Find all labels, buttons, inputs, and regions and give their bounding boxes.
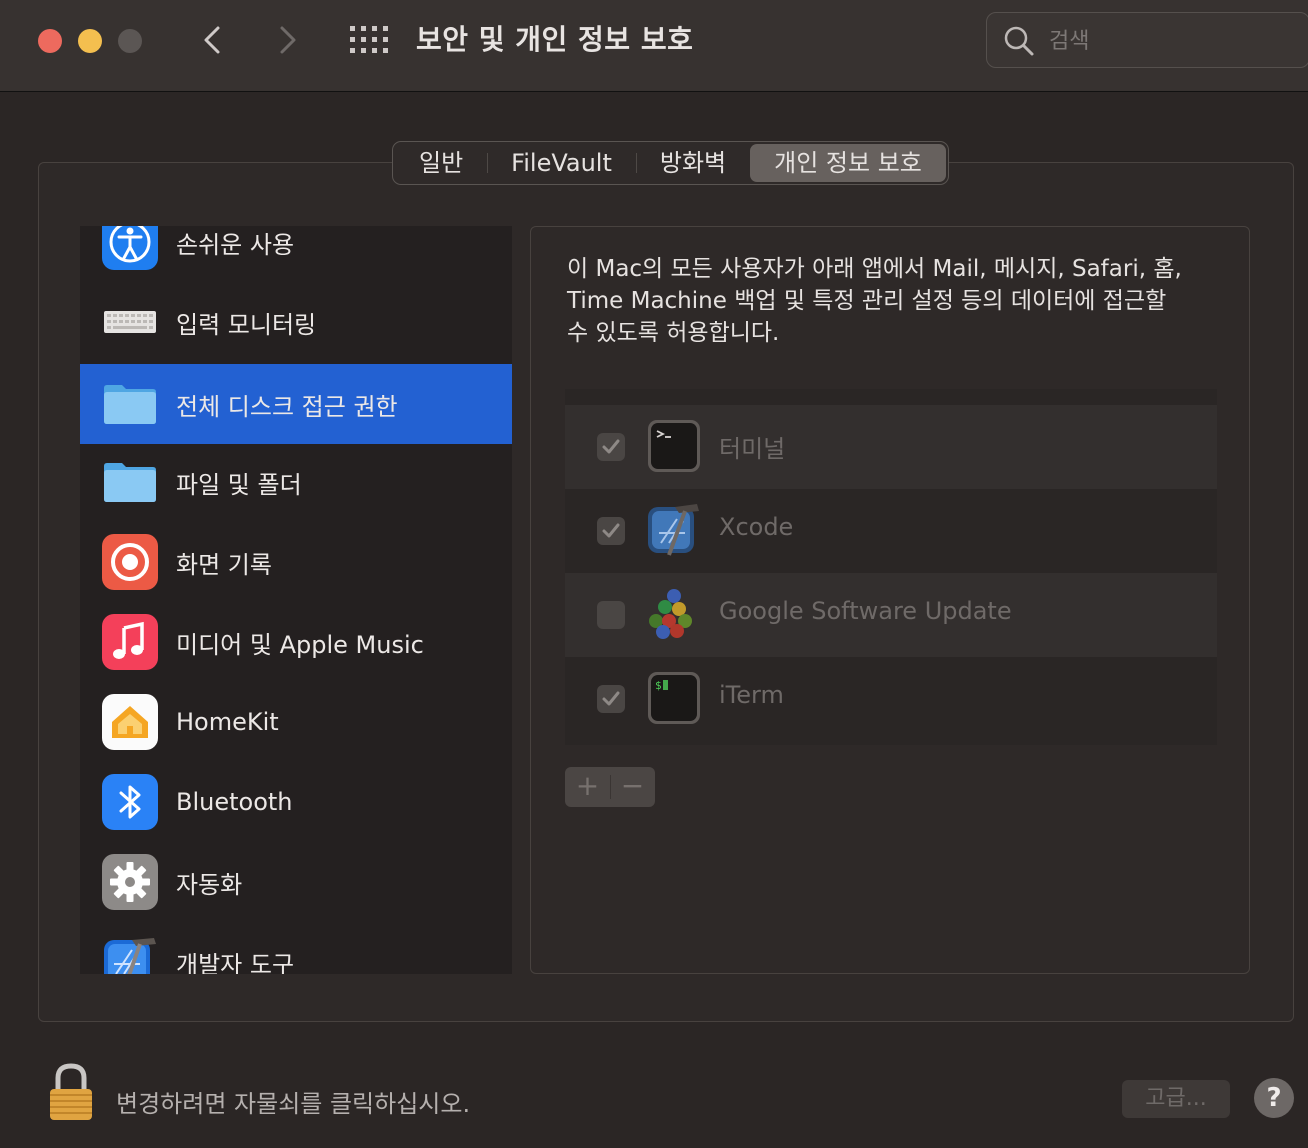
tab-filevault[interactable]: FileVault <box>487 144 636 182</box>
search-icon <box>1004 26 1034 56</box>
sidebar-item-label: 화면 기록 <box>176 550 272 579</box>
show-all-button[interactable] <box>350 26 388 54</box>
bluetooth-icon <box>102 774 158 830</box>
window-title: 보안 및 개인 정보 보호 <box>416 23 694 56</box>
sidebar-item-label: 입력 모니터링 <box>176 310 317 339</box>
app-name: Google Software Update <box>719 597 1012 625</box>
checkmark-icon <box>602 523 620 538</box>
sidebar-item-label: 파일 및 폴더 <box>176 470 302 499</box>
app-name: 터미널 <box>719 435 786 463</box>
tab-bar: 일반 FileVault 방화벽 개인 정보 보호 <box>392 141 949 185</box>
app-row-terminal[interactable]: 터미널 <box>565 405 1217 489</box>
detail-pane: 이 Mac의 모든 사용자가 아래 앱에서 Mail, 메시지, Safari,… <box>530 226 1250 974</box>
title-bar: 보안 및 개인 정보 보호 <box>0 0 1308 92</box>
sidebar-item-homekit[interactable]: HomeKit <box>80 682 512 762</box>
add-remove-control: + − <box>565 767 655 807</box>
checkmark-icon <box>602 691 620 706</box>
sidebar-item-label: HomeKit <box>176 708 279 736</box>
help-button[interactable]: ? <box>1254 1078 1294 1118</box>
xcode-icon <box>104 938 156 974</box>
terminal-icon <box>648 420 700 472</box>
screen-record-icon <box>102 534 158 590</box>
zoom-window-button[interactable] <box>118 29 142 53</box>
app-checkbox-iterm[interactable] <box>597 685 625 713</box>
sidebar-item-screen-recording[interactable]: 화면 기록 <box>80 522 512 602</box>
tab-privacy[interactable]: 개인 정보 보호 <box>750 144 946 182</box>
checkmark-icon <box>602 439 620 454</box>
sidebar-item-full-disk-access[interactable]: 전체 디스크 접근 권한 <box>80 364 512 444</box>
iterm-icon: $ <box>648 672 700 724</box>
sidebar-item-files-and-folders[interactable]: 파일 및 폴더 <box>80 442 512 522</box>
search-input[interactable] <box>1047 23 1291 59</box>
keyboard-icon <box>104 311 156 333</box>
sidebar-item-input-monitoring[interactable]: 입력 모니터링 <box>80 282 512 362</box>
gear-icon <box>102 854 158 910</box>
music-icon <box>102 614 158 670</box>
sidebar-item-bluetooth[interactable]: Bluetooth <box>80 762 512 842</box>
tab-general[interactable]: 일반 <box>395 144 487 182</box>
sidebar-item-label: 미디어 및 Apple Music <box>176 630 424 659</box>
advanced-button[interactable]: 고급... <box>1122 1080 1230 1118</box>
app-checkbox-xcode[interactable] <box>597 517 625 545</box>
lock-status-text: 변경하려면 자물쇠를 클릭하십시오. <box>116 1090 471 1118</box>
sidebar-item-label: Bluetooth <box>176 788 293 816</box>
accessibility-icon <box>102 226 158 270</box>
sidebar-item-media-apple-music[interactable]: 미디어 및 Apple Music <box>80 602 512 682</box>
chevron-right-icon <box>280 26 296 54</box>
lock-icon[interactable] <box>46 1062 96 1122</box>
app-checkbox-google-software-update[interactable] <box>597 601 625 629</box>
app-row-iterm[interactable]: $ iTerm <box>565 657 1217 741</box>
remove-app-button[interactable]: − <box>610 767 655 807</box>
xcode-icon <box>648 504 699 556</box>
app-row-google-software-update[interactable]: Google Software Update <box>565 573 1217 657</box>
grid-icon <box>350 26 388 53</box>
chevron-left-icon <box>204 26 220 54</box>
app-checkbox-terminal[interactable] <box>597 433 625 461</box>
back-button[interactable] <box>198 22 228 58</box>
tab-firewall[interactable]: 방화벽 <box>635 144 750 182</box>
app-name: iTerm <box>719 681 784 709</box>
app-row-xcode[interactable]: Xcode <box>565 489 1217 573</box>
close-window-button[interactable] <box>38 29 62 53</box>
svg-text:$: $ <box>655 679 662 692</box>
description-text: 이 Mac의 모든 사용자가 아래 앱에서 Mail, 메시지, Safari,… <box>567 256 1182 346</box>
privacy-category-list[interactable]: 손쉬운 사용 입력 모니터링 전체 디스크 접근 권한 파일 및 폴더 화면 기… <box>80 226 512 974</box>
google-software-update-icon <box>649 589 692 639</box>
sidebar-item-accessibility[interactable]: 손쉬운 사용 <box>80 226 512 282</box>
home-icon <box>102 694 158 750</box>
forward-button[interactable] <box>272 22 302 58</box>
sidebar-item-automation[interactable]: 자동화 <box>80 842 512 922</box>
sidebar-item-developer-tools[interactable]: 개발자 도구 <box>80 922 512 974</box>
sidebar-item-label: 개발자 도구 <box>176 950 295 975</box>
search-field[interactable] <box>986 12 1308 68</box>
sidebar-item-label: 전체 디스크 접근 권한 <box>176 392 398 421</box>
folder-icon <box>104 463 156 502</box>
add-app-button[interactable]: + <box>565 767 610 807</box>
sidebar-item-label: 자동화 <box>176 870 243 899</box>
minimize-window-button[interactable] <box>78 29 102 53</box>
app-name: Xcode <box>719 513 794 541</box>
app-list[interactable]: 터미널 Xcode Google Software Update $ iTerm <box>565 389 1217 745</box>
folder-icon <box>104 385 156 424</box>
sidebar-item-label: 손쉬운 사용 <box>176 230 295 259</box>
